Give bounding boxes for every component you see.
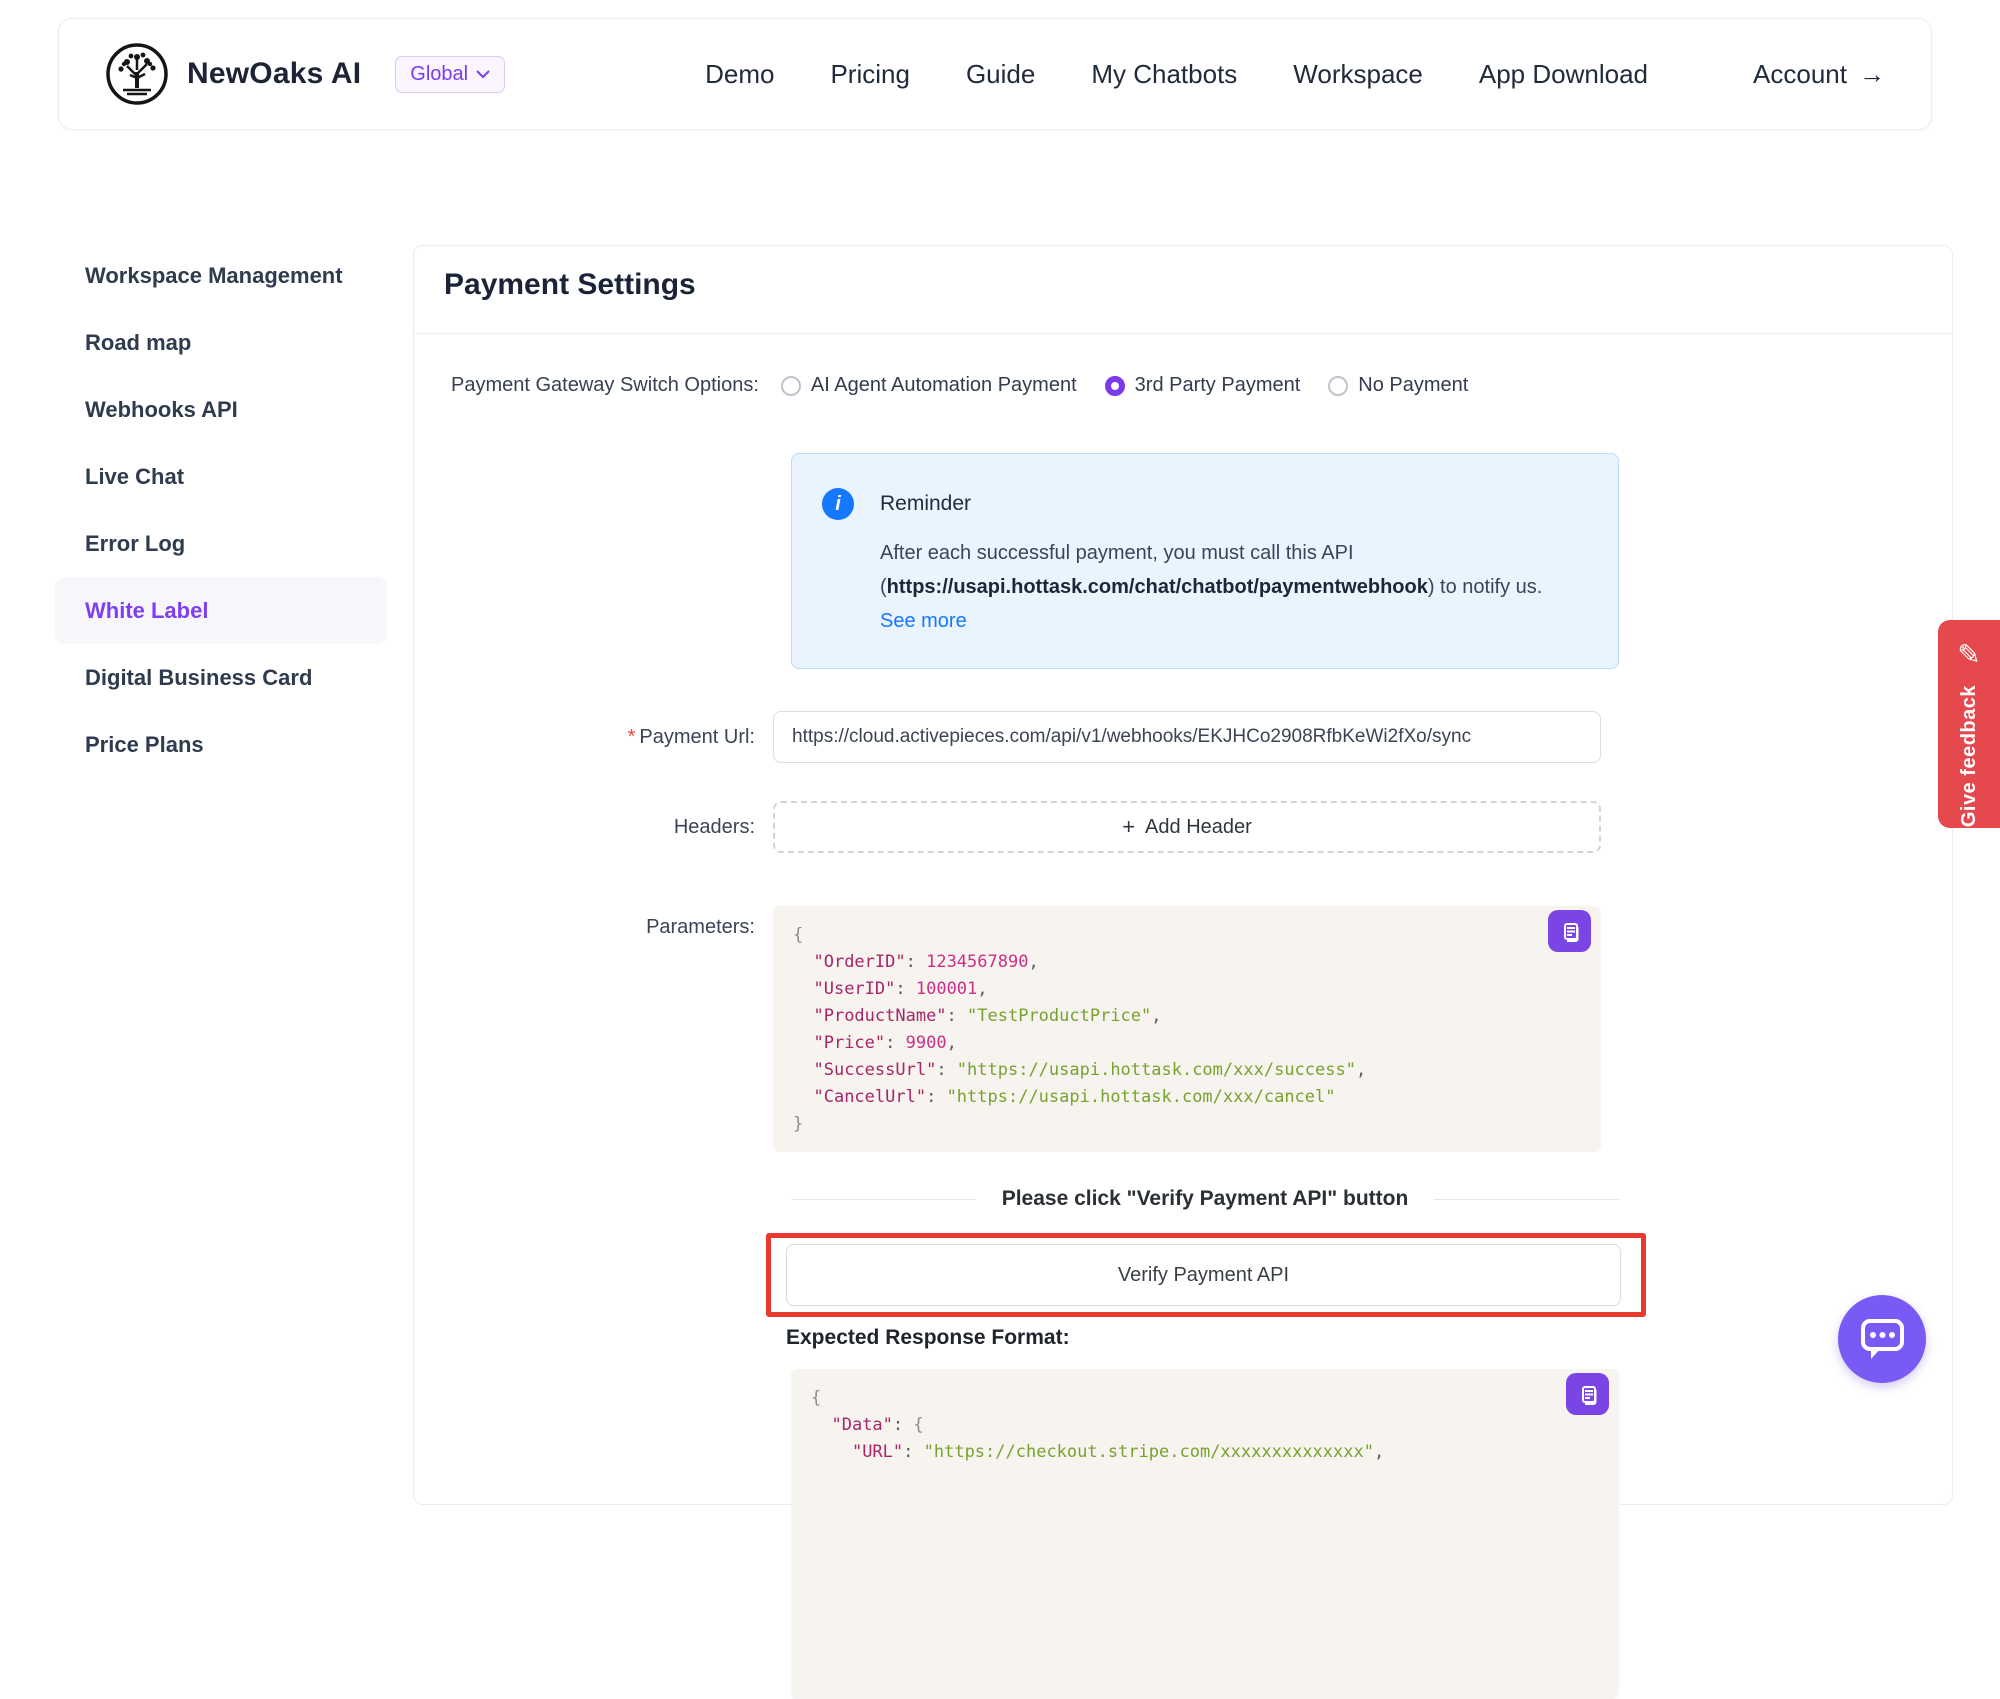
pencil-icon: ✎: [1957, 638, 1980, 671]
nav-item-app-download[interactable]: App Download: [1479, 59, 1648, 90]
radio-circle-icon: [1328, 376, 1348, 396]
add-header-button[interactable]: + Add Header: [773, 801, 1601, 853]
reminder-title: Reminder: [880, 492, 971, 516]
nav-item-my-chatbots[interactable]: My Chatbots: [1091, 59, 1237, 90]
nav-item-guide[interactable]: Guide: [966, 59, 1035, 90]
payment-settings-panel: Payment Settings Payment Gateway Switch …: [413, 245, 1953, 1505]
radio-circle-selected-icon: [1105, 376, 1125, 396]
expected-response-label: Expected Response Format:: [786, 1326, 1070, 1350]
headers-row: Headers: + Add Header: [414, 801, 1954, 853]
verify-hint-divider: Please click "Verify Payment API" button: [791, 1187, 1619, 1211]
header-divider: [414, 333, 1952, 334]
top-navbar: NewOaks AI Global Demo Pricing Guide My …: [58, 18, 1932, 130]
chat-bubble-icon: [1838, 1295, 1926, 1383]
sidebar-item-road-map[interactable]: Road map: [55, 309, 387, 376]
sidebar-item-digital-business-card[interactable]: Digital Business Card: [55, 644, 387, 711]
parameters-label: Parameters:: [414, 906, 773, 1152]
headers-label: Headers:: [414, 801, 773, 853]
brand[interactable]: NewOaks AI Global: [105, 42, 505, 106]
give-feedback-tab[interactable]: ✎ Give feedback: [1938, 620, 2000, 828]
account-link[interactable]: Account →: [1753, 59, 1885, 90]
gateway-switch-label: Payment Gateway Switch Options:: [451, 374, 759, 397]
info-icon: i: [822, 488, 854, 520]
reminder-alert: i Reminder After each successful payment…: [791, 453, 1619, 669]
add-header-label: Add Header: [1145, 816, 1252, 839]
radio-3rd-party-payment[interactable]: 3rd Party Payment: [1105, 374, 1301, 397]
main-nav: Demo Pricing Guide My Chatbots Workspace…: [705, 59, 1648, 90]
gateway-switch-row: Payment Gateway Switch Options: AI Agent…: [451, 374, 1496, 397]
sidebar-item-white-label[interactable]: White Label: [55, 577, 387, 644]
radio-no-payment[interactable]: No Payment: [1328, 374, 1468, 397]
divider-line: [791, 1199, 976, 1200]
plus-icon: +: [1122, 814, 1135, 840]
radio-circle-icon: [781, 376, 801, 396]
copy-icon: [1558, 919, 1582, 943]
settings-sidebar: Workspace Management Road map Webhooks A…: [55, 242, 387, 778]
payment-url-row: *Payment Url:: [414, 711, 1954, 763]
radio-ai-agent-automation-payment[interactable]: AI Agent Automation Payment: [781, 374, 1077, 397]
see-more-link[interactable]: See more: [880, 610, 967, 632]
copy-parameters-button[interactable]: [1548, 910, 1591, 952]
required-asterisk: *: [628, 726, 636, 748]
response-code-block: { "Data": { "URL": "https://checkout.str…: [791, 1369, 1619, 1699]
chevron-down-icon: [476, 70, 490, 79]
nav-item-pricing[interactable]: Pricing: [830, 59, 909, 90]
newoaks-tree-logo-icon: [105, 42, 169, 106]
copy-response-button[interactable]: [1566, 1373, 1609, 1415]
nav-item-workspace[interactable]: Workspace: [1293, 59, 1423, 90]
payment-url-input[interactable]: [773, 711, 1601, 763]
give-feedback-label: Give feedback: [1958, 685, 1981, 827]
response-section: { "Data": { "URL": "https://checkout.str…: [791, 1369, 1619, 1699]
chat-widget-launcher[interactable]: [1838, 1295, 1926, 1383]
sidebar-item-workspace-management[interactable]: Workspace Management: [55, 242, 387, 309]
brand-name: NewOaks AI: [187, 57, 361, 91]
parameters-row: Parameters: { "OrderID": 1234567890, "Us…: [414, 906, 1954, 1152]
parameters-code-block: { "OrderID": 1234567890, "UserID": 10000…: [773, 906, 1601, 1152]
page-title: Payment Settings: [444, 268, 696, 302]
sidebar-item-error-log[interactable]: Error Log: [55, 510, 387, 577]
sidebar-item-webhooks-api[interactable]: Webhooks API: [55, 376, 387, 443]
divider-line: [1434, 1199, 1619, 1200]
sidebar-item-live-chat[interactable]: Live Chat: [55, 443, 387, 510]
sidebar-item-price-plans[interactable]: Price Plans: [55, 711, 387, 778]
reminder-api-url: https://usapi.hottask.com/chat/chatbot/p…: [887, 576, 1428, 598]
arrow-right-icon: →: [1859, 59, 1885, 90]
region-selector[interactable]: Global: [395, 56, 505, 93]
reminder-text-tail: ) to notify us.: [1428, 576, 1543, 598]
verify-payment-api-button[interactable]: Verify Payment API: [786, 1244, 1621, 1306]
nav-item-demo[interactable]: Demo: [705, 59, 774, 90]
region-label: Global: [410, 63, 468, 86]
copy-icon: [1576, 1382, 1600, 1406]
reminder-body: After each successful payment, you must …: [880, 536, 1570, 638]
payment-url-label: *Payment Url:: [414, 711, 773, 763]
account-label: Account: [1753, 59, 1847, 90]
verify-hint-text: Please click "Verify Payment API" button: [1002, 1187, 1409, 1211]
